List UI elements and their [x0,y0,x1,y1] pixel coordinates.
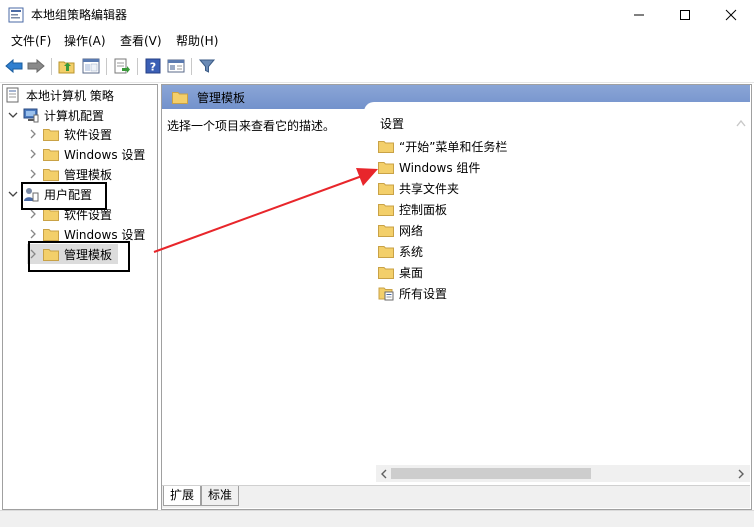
annotation-arrow [153,168,378,253]
